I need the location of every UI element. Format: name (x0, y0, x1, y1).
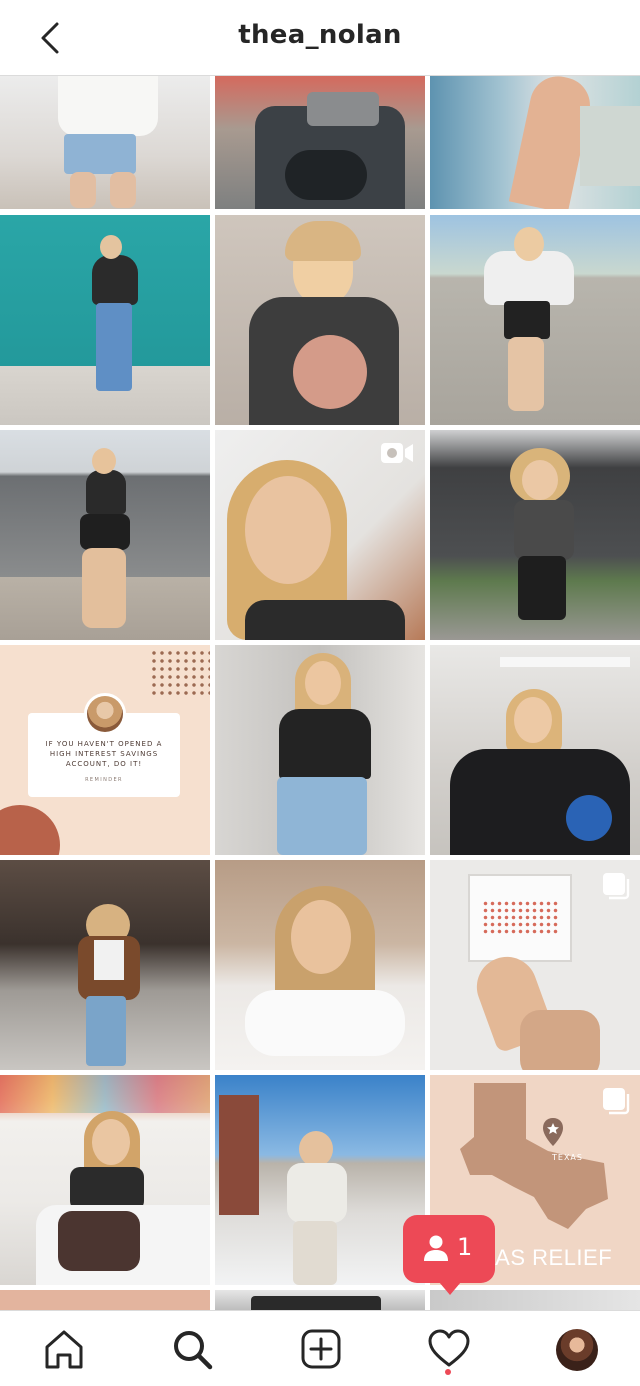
top-bar: thea_nolan (0, 0, 640, 76)
person-icon (424, 1235, 448, 1261)
new-post-icon (301, 1329, 341, 1369)
activity-heart-icon (428, 1329, 470, 1367)
post-tile[interactable] (430, 430, 640, 640)
post-tile[interactable] (0, 76, 210, 209)
nav-search-button[interactable] (168, 1325, 216, 1373)
nav-new-post-button[interactable] (297, 1325, 345, 1373)
post-tile[interactable] (215, 1075, 425, 1285)
texas-relief-caption: XAS RELIEF (480, 1245, 613, 1270)
texas-map-shape (460, 1083, 608, 1229)
post-tile[interactable] (215, 645, 425, 855)
nav-profile-avatar[interactable] (556, 1329, 598, 1371)
search-icon (174, 1331, 213, 1370)
multiple-photos-icon (603, 1088, 630, 1115)
posts-grid: IF YOU HAVEN'T OPENED A HIGH INTEREST SA… (0, 76, 640, 1310)
texas-map-label: TEXAS (552, 1153, 583, 1162)
post-tile[interactable] (0, 1290, 210, 1310)
post-tile[interactable] (215, 860, 425, 1070)
profile-feed-screen: thea_nolan IF YOU HAVEN'T OPENED A HIGH … (0, 0, 640, 1386)
nav-home-button[interactable] (40, 1325, 88, 1373)
post-tile[interactable] (430, 860, 640, 1070)
quote-avatar (84, 693, 126, 735)
quote-subtext: REMINDER (85, 777, 123, 783)
map-pin-icon (543, 1118, 563, 1146)
post-tile[interactable] (430, 215, 640, 425)
bottom-navigation (0, 1310, 640, 1386)
post-tile[interactable] (215, 76, 425, 209)
page-title: thea_nolan (238, 20, 402, 50)
post-tile[interactable] (0, 860, 210, 1070)
follower-notification-bubble[interactable]: 1 (403, 1215, 495, 1295)
multiple-photos-icon (603, 873, 630, 900)
post-tile[interactable] (430, 645, 640, 855)
post-tile[interactable] (430, 76, 640, 209)
home-icon (45, 1330, 83, 1369)
post-tile[interactable] (215, 215, 425, 425)
post-tile[interactable] (430, 1290, 640, 1310)
quote-text: IF YOU HAVEN'T OPENED A HIGH INTEREST SA… (45, 740, 163, 768)
post-tile[interactable] (215, 430, 425, 640)
video-camera-icon (381, 443, 413, 463)
post-tile[interactable] (0, 430, 210, 640)
nav-activity-button[interactable] (425, 1325, 473, 1373)
post-tile[interactable] (215, 1290, 425, 1310)
post-tile[interactable] (0, 215, 210, 425)
notification-count: 1 (457, 1233, 473, 1261)
quote-post-tile[interactable]: IF YOU HAVEN'T OPENED A HIGH INTEREST SA… (0, 645, 210, 855)
post-tile[interactable] (0, 1075, 210, 1285)
activity-indicator-dot (445, 1369, 451, 1375)
